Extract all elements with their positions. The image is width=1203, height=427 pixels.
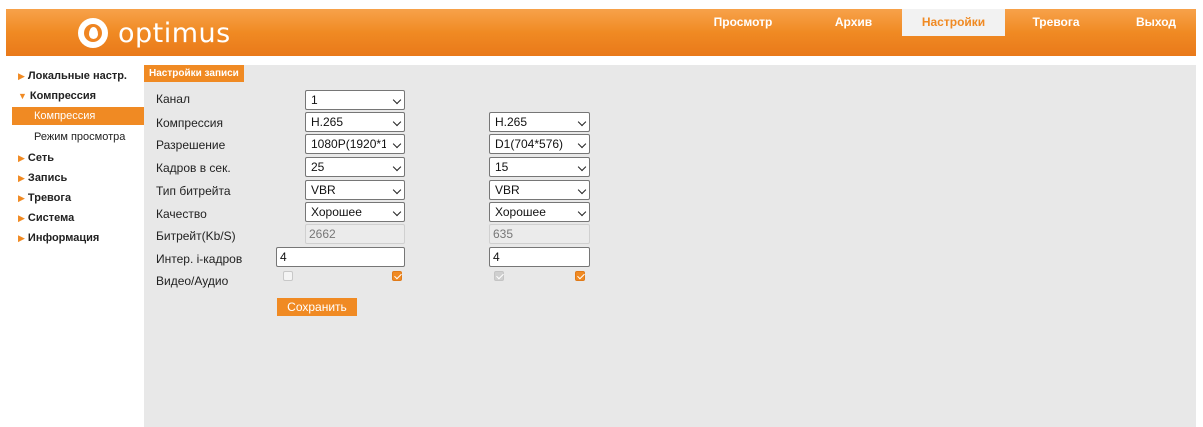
sidebar-item-system[interactable]: ▶ Система: [18, 212, 74, 224]
sub-fps-value: 15: [495, 160, 509, 174]
triangle-right-icon: ▶: [18, 193, 25, 203]
main-video-checkbox[interactable]: [283, 271, 293, 281]
compression-label: Компрессия: [156, 116, 223, 130]
sidebar-item-label: Сеть: [27, 152, 54, 164]
sidebar-item-label: Локальные настр.: [27, 70, 127, 82]
sidebar-item-local[interactable]: ▶ Локальные настр.: [18, 70, 127, 82]
sub-stream-quality-select[interactable]: Хорошее: [489, 202, 590, 222]
section-title: Настройки записи: [144, 65, 244, 82]
sidebar-item-record[interactable]: ▶ Запись: [18, 172, 67, 184]
chevron-down-icon: [577, 117, 587, 127]
main-audio-checkbox[interactable]: [392, 271, 402, 281]
bitrate-label: Битрейт(Kb/S): [156, 229, 236, 243]
sub-stream-compression-select[interactable]: H.265: [489, 112, 590, 132]
optimus-logo-icon: [78, 18, 108, 48]
sub-compression-value: H.265: [495, 115, 528, 129]
main-quality-value: Хорошее: [311, 205, 362, 219]
chevron-down-icon: [392, 117, 402, 127]
sidebar-item-network[interactable]: ▶ Сеть: [18, 152, 54, 164]
iframe-interval-label: Интер. i-кадров: [156, 252, 243, 266]
sidebar: ▶ Локальные настр. ▼ Компрессия Компрессия…: [6, 65, 144, 427]
save-button[interactable]: Сохранить: [277, 298, 357, 316]
top-header: optimus Просмотр Архив Настройки Тревога…: [6, 9, 1196, 56]
sub-stream-bitrate-type-select[interactable]: VBR: [489, 180, 590, 200]
chevron-down-icon: [392, 139, 402, 149]
sub-bitrate-type-value: VBR: [495, 183, 520, 197]
main-stream-iframe-input[interactable]: 4: [276, 247, 405, 267]
sidebar-item-info[interactable]: ▶ Информация: [18, 232, 99, 244]
triangle-right-icon: ▶: [18, 71, 25, 81]
main-stream-bitrate-input: 2662: [305, 224, 405, 244]
chevron-down-icon: [577, 162, 587, 172]
sub-resolution-value: D1(704*576): [495, 137, 564, 151]
main-stream-compression-select[interactable]: H.265: [305, 112, 405, 132]
main-compression-value: H.265: [311, 115, 344, 129]
channel-value: 1: [311, 93, 318, 107]
resolution-label: Разрешение: [156, 138, 226, 152]
sub-stream-resolution-select[interactable]: D1(704*576): [489, 134, 590, 154]
main-stream-bitrate-type-select[interactable]: VBR: [305, 180, 405, 200]
triangle-right-icon: ▶: [18, 233, 25, 243]
triangle-down-icon: ▼: [18, 91, 27, 101]
main-fps-value: 25: [311, 160, 325, 174]
chevron-down-icon: [392, 162, 402, 172]
sidebar-item-label: Система: [27, 212, 75, 224]
sidebar-item-alarm[interactable]: ▶ Тревога: [18, 192, 71, 204]
nav-archive[interactable]: Архив: [806, 9, 901, 36]
quality-label: Качество: [156, 207, 207, 221]
channel-label: Канал: [156, 92, 190, 106]
chevron-down-icon: [577, 185, 587, 195]
sidebar-item-compression[interactable]: ▼ Компрессия: [18, 90, 96, 102]
sub-stream-bitrate-input: 635: [489, 224, 590, 244]
sidebar-item-label: Тревога: [27, 192, 72, 204]
bitrate-type-label: Тип битрейта: [156, 184, 231, 198]
channel-select[interactable]: 1: [305, 90, 405, 110]
sub-stream-iframe-input[interactable]: 4: [489, 247, 590, 267]
brand-name: optimus: [118, 17, 231, 49]
nav-alarm[interactable]: Тревога: [1006, 9, 1106, 36]
triangle-right-icon: ▶: [18, 153, 25, 163]
main-stream-fps-select[interactable]: 25: [305, 157, 405, 177]
sidebar-item-label: Запись: [27, 172, 68, 184]
video-audio-label: Видео/Аудио: [156, 274, 229, 288]
sidebar-subitem-compression[interactable]: Компрессия: [12, 107, 144, 125]
main-bitrate-type-value: VBR: [311, 183, 336, 197]
chevron-down-icon: [577, 139, 587, 149]
chevron-down-icon: [392, 185, 402, 195]
sidebar-item-label: Информация: [27, 232, 100, 244]
main-stream-resolution-select[interactable]: 1080P(1920*1080): [305, 134, 405, 154]
chevron-down-icon: [577, 207, 587, 217]
sidebar-item-label: Компрессия: [29, 90, 97, 102]
nav-view[interactable]: Просмотр: [691, 9, 795, 36]
settings-panel: Настройки записи Канал 1 Компрессия H.26…: [144, 65, 1196, 427]
sidebar-subitem-view-mode[interactable]: Режим просмотра: [34, 131, 125, 143]
nav-settings[interactable]: Настройки: [902, 9, 1005, 36]
brand-logo: optimus: [78, 13, 231, 53]
main-stream-quality-select[interactable]: Хорошее: [305, 202, 405, 222]
fps-label: Кадров в сек.: [156, 161, 231, 175]
chevron-down-icon: [392, 95, 402, 105]
sub-audio-checkbox[interactable]: [575, 271, 585, 281]
sub-quality-value: Хорошее: [495, 205, 546, 219]
nav-exit[interactable]: Выход: [1116, 9, 1196, 36]
triangle-right-icon: ▶: [18, 213, 25, 223]
sub-stream-fps-select[interactable]: 15: [489, 157, 590, 177]
chevron-down-icon: [392, 207, 402, 217]
main-resolution-value: 1080P(1920*1080): [311, 137, 386, 151]
sub-video-checkbox: [494, 271, 504, 281]
triangle-right-icon: ▶: [18, 173, 25, 183]
